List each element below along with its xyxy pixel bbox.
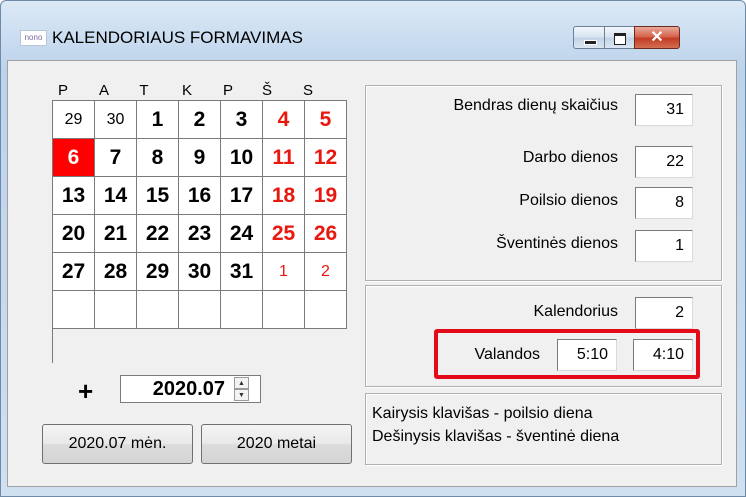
weekday-header: K: [181, 82, 192, 99]
close-icon: ✕: [650, 29, 664, 46]
calendar-day[interactable]: 19: [305, 177, 347, 215]
maximize-button[interactable]: [604, 26, 635, 49]
minimize-icon: [584, 40, 597, 45]
calendar-day[interactable]: 5: [305, 101, 347, 139]
calendar-day[interactable]: 30: [179, 253, 221, 291]
month-button[interactable]: 2020.07 mėn.: [42, 424, 193, 464]
weekday-header: S: [302, 82, 313, 99]
calendar-day[interactable]: 24: [221, 215, 263, 253]
year-button[interactable]: 2020 metai: [201, 424, 352, 464]
calendar-day[interactable]: 10: [221, 139, 263, 177]
highlight-box: [434, 329, 700, 379]
period-input[interactable]: 2020.07: [121, 376, 231, 402]
calendar-day[interactable]: 6: [53, 139, 95, 177]
calendar-day[interactable]: 7: [95, 139, 137, 177]
calendar-number-label: Kalendorius: [533, 303, 619, 320]
work-days-value: 22: [635, 146, 693, 178]
holiday-days-value: 1: [635, 230, 693, 262]
calendar-grid: 29 30 1 2 3 4 5 6 7 8 9 10 11 12 13 14 15 16 17 18 19 20 21 22 2…: [52, 100, 347, 363]
help-line-right-click: Dešinysis klavišas - šventinė diena: [372, 428, 620, 445]
close-button[interactable]: ✕: [634, 26, 680, 49]
total-days-value: 31: [635, 94, 693, 126]
calendar-day[interactable]: 13: [53, 177, 95, 215]
weekday-header: A: [98, 82, 109, 99]
calendar-day[interactable]: 22: [137, 215, 179, 253]
calendar-cell-empty[interactable]: [305, 291, 347, 329]
calendar-cell-empty[interactable]: [137, 291, 179, 329]
rest-days-label: Poilsio dienos: [519, 192, 618, 209]
weekday-header: P: [57, 82, 68, 99]
calendar-day[interactable]: 9: [179, 139, 221, 177]
calendar-day[interactable]: 20: [53, 215, 95, 253]
calendar-day[interactable]: 11: [263, 139, 305, 177]
calendar-day[interactable]: 28: [95, 253, 137, 291]
work-days-label: Darbo dienos: [522, 149, 618, 166]
calendar-cell-empty[interactable]: [221, 291, 263, 329]
calendar-day[interactable]: 18: [263, 177, 305, 215]
calendar-day[interactable]: 17: [221, 177, 263, 215]
weekday-header: T: [139, 82, 149, 99]
calendar-day[interactable]: 25: [263, 215, 305, 253]
minimize-button[interactable]: [573, 26, 605, 49]
calendar-day[interactable]: 31: [221, 253, 263, 291]
calendar-day[interactable]: 4: [263, 101, 305, 139]
calendar-cell-empty[interactable]: [53, 291, 95, 329]
help-line-left-click: Kairysis klavišas - poilsio diena: [372, 405, 593, 422]
calendar-day[interactable]: 8: [137, 139, 179, 177]
calendar-day[interactable]: 1: [263, 253, 305, 291]
calendar-day[interactable]: 2: [305, 253, 347, 291]
period-spinner[interactable]: 2020.07 ▲ ▼: [120, 375, 261, 403]
calendar-day[interactable]: 16: [179, 177, 221, 215]
spin-up-icon[interactable]: ▲: [234, 377, 249, 389]
calendar-number-value: 2: [635, 297, 693, 329]
app-icon: nono: [20, 30, 47, 46]
window-title: KALENDORIAUS FORMAVIMAS: [52, 28, 303, 47]
calendar-day[interactable]: 2: [179, 101, 221, 139]
weekday-header: Š: [261, 82, 272, 99]
calendar-day[interactable]: 23: [179, 215, 221, 253]
calendar-cell-empty[interactable]: [263, 291, 305, 329]
calendar-day[interactable]: 30: [95, 101, 137, 139]
add-button[interactable]: +: [78, 376, 93, 407]
calendar-day[interactable]: 12: [305, 139, 347, 177]
calendar-day[interactable]: 15: [137, 177, 179, 215]
weekday-header: P: [222, 82, 233, 99]
calendar-day[interactable]: 29: [137, 253, 179, 291]
calendar-day[interactable]: 29: [53, 101, 95, 139]
holiday-days-label: Šventinės dienos: [496, 235, 618, 252]
maximize-icon: [614, 33, 626, 45]
calendar-cell-empty[interactable]: [95, 291, 137, 329]
calendar-day[interactable]: 1: [137, 101, 179, 139]
calendar-day[interactable]: 14: [95, 177, 137, 215]
total-days-label: Bendras dienų skaičius: [453, 97, 618, 114]
spin-down-icon[interactable]: ▼: [234, 389, 249, 401]
calendar-day[interactable]: 21: [95, 215, 137, 253]
calendar-day[interactable]: 27: [53, 253, 95, 291]
calendar-day[interactable]: 3: [221, 101, 263, 139]
calendar-cell-empty[interactable]: [179, 291, 221, 329]
calendar-day[interactable]: 26: [305, 215, 347, 253]
rest-days-value: 8: [635, 187, 693, 219]
